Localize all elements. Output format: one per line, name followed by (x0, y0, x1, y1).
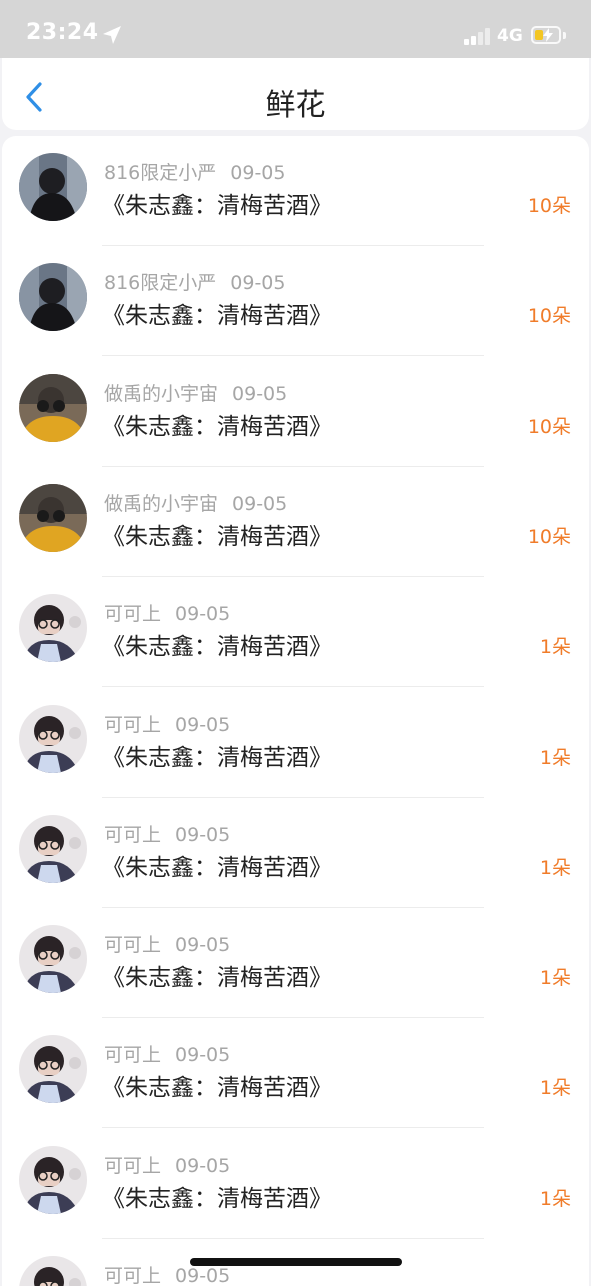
item-meta: 可可上 09-05 (104, 820, 230, 847)
username: 可可上 (104, 1265, 162, 1286)
list-item[interactable]: 做禹的小宇宙 09-05 《朱志鑫：清梅苦酒》 10朵 (2, 357, 589, 467)
username: 816限定小严 (104, 272, 217, 295)
date: 09-05 (175, 823, 231, 846)
work-title: 《朱志鑫：清梅苦酒》 (102, 413, 332, 440)
list-item[interactable]: 做禹的小宇宙 09-05 《朱志鑫：清梅苦酒》 10朵 (2, 467, 589, 577)
page-title: 鲜花 (265, 88, 326, 123)
status-time: 23:24 (26, 20, 99, 45)
list-item[interactable]: 可可上 09-05 《朱志鑫：清梅苦酒》 1朵 (2, 577, 589, 688)
flower-count: 1朵 (539, 967, 571, 990)
avatar[interactable] (19, 1145, 87, 1214)
item-meta: 做禹的小宇宙 09-05 (104, 379, 287, 406)
flower-count: 1朵 (539, 636, 571, 659)
battery-charging-icon (531, 26, 561, 44)
signal-bars-icon (464, 28, 492, 45)
date: 09-05 (175, 1044, 231, 1067)
work-title: 《朱志鑫：清梅苦酒》 (102, 193, 332, 219)
avatar[interactable] (19, 925, 87, 994)
list-item[interactable]: 可可上 09-05 《朱志鑫：清梅苦酒》 1朵 (2, 1018, 589, 1129)
nav-bar: 鲜花 (2, 58, 589, 130)
date: 09-05 (175, 934, 231, 957)
avatar[interactable] (19, 153, 87, 221)
item-meta: 做禹的小宇宙 09-05 (104, 489, 287, 516)
date: 09-05 (175, 1265, 231, 1286)
flower-list: 816限定小严 09-05 《朱志鑫：清梅苦酒》 10朵 816限定小严 09-05 《朱志… (2, 136, 589, 1286)
avatar[interactable] (19, 263, 87, 332)
username: 可可上 (104, 1044, 162, 1067)
list-item[interactable]: 816限定小严 09-05 《朱志鑫：清梅苦酒》 10朵 (2, 246, 589, 357)
username: 816限定小严 (104, 162, 217, 184)
item-meta: 可可上 09-05 (104, 930, 230, 957)
date: 09-05 (230, 162, 286, 184)
flower-count: 1朵 (539, 856, 571, 879)
flower-count: 10朵 (527, 305, 571, 328)
username: 可可上 (104, 823, 162, 846)
flower-count: 10朵 (527, 415, 571, 438)
item-meta: 816限定小严 09-05 (104, 158, 285, 185)
avatar[interactable] (19, 1035, 87, 1104)
flower-count: 1朵 (539, 1187, 571, 1210)
network-label: 4G (497, 26, 523, 46)
work-title: 《朱志鑫：清梅苦酒》 (102, 1075, 332, 1102)
username: 做禹的小宇宙 (104, 382, 219, 405)
list-item[interactable]: 816限定小严 09-05 《朱志鑫：清梅苦酒》 10朵 (2, 136, 589, 246)
work-title: 《朱志鑫：清梅苦酒》 (102, 634, 332, 661)
home-indicator (190, 1258, 402, 1266)
date: 09-05 (230, 272, 286, 295)
avatar[interactable] (19, 704, 87, 773)
list-item[interactable]: 可可上 09-05 《朱志鑫：清梅苦酒》 1朵 (2, 1129, 589, 1239)
username: 可可上 (104, 934, 162, 957)
work-title: 《朱志鑫：清梅苦酒》 (102, 854, 332, 881)
username: 做禹的小宇宙 (104, 492, 219, 515)
work-title: 《朱志鑫：清梅苦酒》 (102, 744, 332, 771)
list-item[interactable]: 可可上 09-05 《朱志鑫：清梅苦酒》 1朵 (2, 908, 589, 1019)
work-title: 《朱志鑫：清梅苦酒》 (102, 965, 332, 992)
list-item[interactable]: 可可上 09-05 《朱志鑫：清梅苦酒》 1朵 (2, 798, 589, 908)
date: 09-05 (232, 382, 288, 405)
flower-count: 10朵 (527, 195, 571, 217)
date: 09-05 (175, 603, 231, 626)
username: 可可上 (104, 603, 162, 626)
item-meta: 816限定小严 09-05 (104, 268, 285, 295)
flower-count: 1朵 (539, 1077, 571, 1100)
date: 09-05 (175, 713, 231, 736)
status-bar: 23:24 4G (0, 0, 591, 58)
work-title: 《朱志鑫：清梅苦酒》 (102, 1185, 332, 1212)
flower-count: 10朵 (527, 525, 571, 548)
avatar[interactable] (19, 814, 87, 883)
location-arrow-icon (103, 26, 121, 44)
username: 可可上 (104, 1154, 162, 1177)
item-meta: 可可上 09-05 (104, 1040, 230, 1067)
battery-cap (563, 32, 566, 39)
item-meta: 可可上 09-05 (104, 1151, 230, 1178)
work-title: 《朱志鑫：清梅苦酒》 (102, 523, 332, 550)
avatar[interactable] (19, 373, 87, 442)
date: 09-05 (175, 1154, 231, 1177)
list-item[interactable]: 可可上 09-05 《朱志鑫：清梅苦酒》 1朵 (2, 688, 589, 798)
avatar[interactable] (19, 594, 87, 663)
username: 可可上 (104, 713, 162, 736)
flower-count: 1朵 (539, 746, 571, 769)
avatar[interactable] (19, 1256, 87, 1286)
item-meta: 可可上 09-05 (104, 599, 230, 626)
item-meta: 可可上 09-05 (104, 710, 230, 737)
date: 09-05 (232, 492, 288, 515)
work-title: 《朱志鑫：清梅苦酒》 (102, 303, 332, 330)
avatar[interactable] (19, 483, 87, 552)
